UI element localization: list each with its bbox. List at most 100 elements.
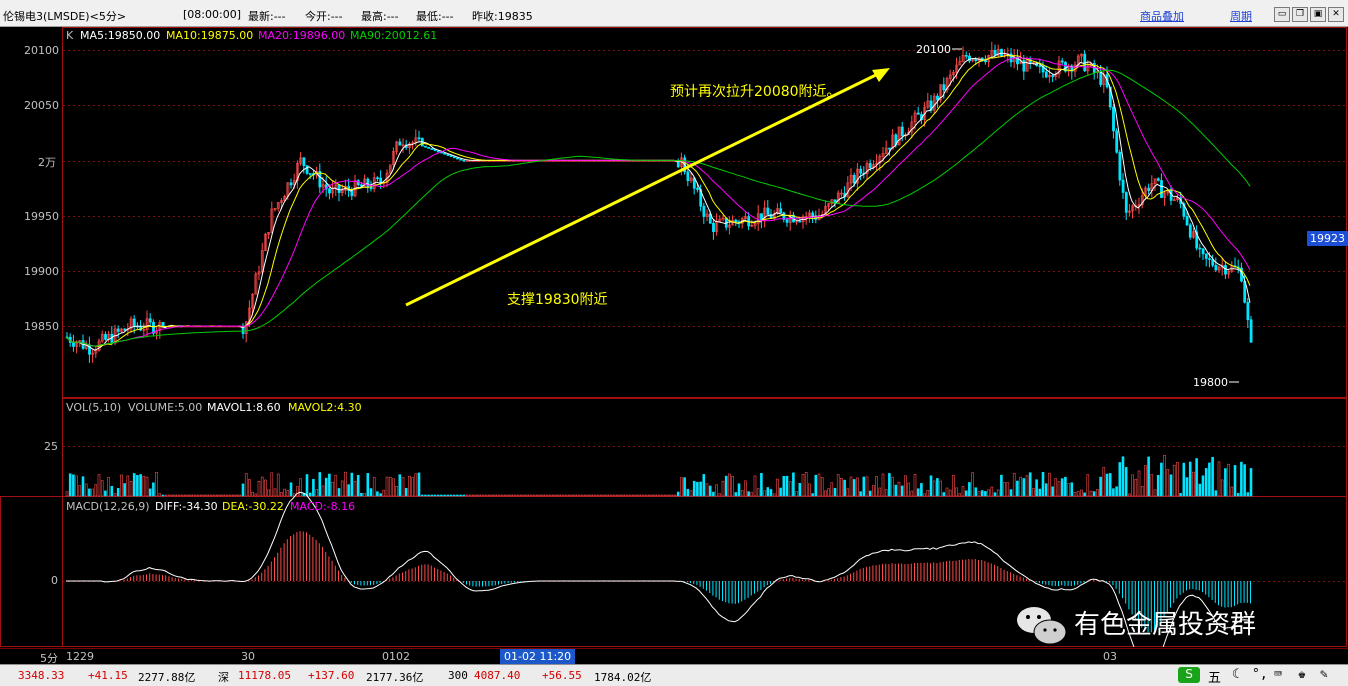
kline-chart-canvas[interactable]: [0, 27, 1348, 647]
volume-bar: [575, 495, 577, 496]
volume-bar: [460, 495, 462, 496]
volume-bar: [696, 482, 698, 496]
macd-bar: [844, 577, 845, 581]
volume-bar: [373, 477, 375, 496]
sh-index-value: 3348.33: [18, 669, 64, 682]
high-price-label: 20100: [916, 43, 951, 56]
macd-bar: [1183, 581, 1184, 593]
macd-bar: [277, 553, 278, 581]
user-icon[interactable]: ♚: [1298, 667, 1306, 682]
time-label-03: 03: [1103, 650, 1117, 663]
volume-bar: [428, 495, 430, 496]
volume-bar: [687, 489, 689, 496]
macd-bar: [700, 581, 701, 587]
candle-body: [1250, 320, 1252, 343]
macd-bar: [364, 581, 365, 586]
keyboard-icon[interactable]: ⌨: [1274, 667, 1282, 682]
macd-bar: [738, 581, 739, 603]
volume-bar: [1090, 491, 1092, 496]
volume-bar: [367, 473, 369, 496]
candle-body: [149, 319, 151, 322]
price-tick-20100: 20100: [24, 44, 59, 57]
volume-bar: [319, 472, 321, 496]
macd-bar: [764, 581, 765, 587]
macd-bar: [872, 565, 873, 581]
macd-bar: [770, 581, 771, 584]
ime-mode[interactable]: 五: [1208, 667, 1221, 686]
volume-bar: [1186, 478, 1188, 496]
macd-bar: [975, 559, 976, 581]
volume-bar: [447, 495, 449, 496]
close-icon[interactable]: ✕: [1328, 7, 1344, 22]
volume-bar: [1154, 490, 1156, 496]
restore-icon[interactable]: ❐: [1292, 7, 1308, 22]
volume-bar: [1237, 493, 1239, 496]
macd-bar: [392, 577, 393, 581]
volume-bar: [680, 478, 682, 496]
volume-bar: [1212, 457, 1214, 496]
maximize-icon[interactable]: ▣: [1310, 7, 1326, 22]
volume-bar: [456, 495, 458, 496]
period-link[interactable]: 周期: [1230, 8, 1252, 24]
macd-bar: [1196, 581, 1197, 590]
macd-bar: [911, 564, 912, 581]
ime-logo-icon[interactable]: S: [1178, 667, 1200, 683]
macd-bar: [796, 579, 797, 581]
macd-bar: [428, 564, 429, 581]
volume-bar: [892, 477, 894, 496]
volume-bar: [591, 495, 593, 496]
macd-bar: [1240, 581, 1241, 603]
macd-bar: [1180, 581, 1181, 595]
candle-body: [463, 160, 465, 161]
macd-bar: [696, 581, 697, 585]
macd-bar: [898, 564, 899, 581]
volume-bar: [1122, 457, 1124, 496]
volume-bar: [812, 494, 814, 496]
macd-bar: [376, 581, 377, 584]
volume-bar: [568, 495, 570, 496]
volume-bar: [751, 493, 753, 496]
minimize-icon[interactable]: ▭: [1274, 7, 1290, 22]
macd-bar: [351, 581, 352, 583]
macd-bar: [405, 571, 406, 581]
volume-bar: [348, 485, 350, 496]
volume-bar: [95, 485, 97, 496]
macd-bar: [498, 581, 499, 585]
volume-bar: [274, 489, 276, 496]
volume-bar: [1087, 475, 1089, 496]
candle-body: [104, 334, 106, 339]
macd-bar: [1048, 581, 1049, 585]
volume-bar: [549, 495, 551, 496]
macd-bar: [303, 531, 304, 581]
macd-bar: [469, 581, 470, 586]
volume-bar: [322, 486, 324, 496]
kline-chart-area[interactable]: K MA5:19850.00 MA10:19875.00 MA20:19896.…: [0, 27, 1348, 647]
macd-bar: [1010, 572, 1011, 581]
moon-icon[interactable]: ☾: [1232, 667, 1240, 682]
legend-ma10: MA10:19875.00: [166, 29, 253, 42]
macd-bar: [1244, 581, 1245, 603]
candle-body: [943, 85, 945, 90]
volume-bar: [764, 491, 766, 496]
candle-body: [1202, 249, 1204, 254]
macd-bar: [389, 579, 390, 581]
macd-bar: [514, 581, 515, 582]
volume-bar: [488, 495, 490, 496]
volume-bar: [184, 495, 186, 496]
macd-bar: [325, 552, 326, 581]
settings-icon[interactable]: ✎: [1320, 667, 1328, 682]
price-tick-19900: 19900: [24, 265, 59, 278]
watermark-text: 有色金属投资群: [1074, 604, 1256, 641]
punctuation-icon[interactable]: °,: [1252, 667, 1268, 682]
wechat-icon: [1014, 604, 1070, 648]
volume-bar: [1042, 472, 1044, 496]
macd-bar: [482, 581, 483, 586]
candle-body: [936, 96, 938, 100]
macd-bar: [319, 543, 320, 581]
candle-body: [431, 148, 433, 149]
sz-index-amount: 2177.36亿: [366, 669, 423, 685]
overlay-commodity-link[interactable]: 商品叠加: [1140, 8, 1184, 24]
volume-bar: [908, 483, 910, 496]
volume-bar: [879, 488, 881, 496]
volume-bar: [738, 484, 740, 496]
